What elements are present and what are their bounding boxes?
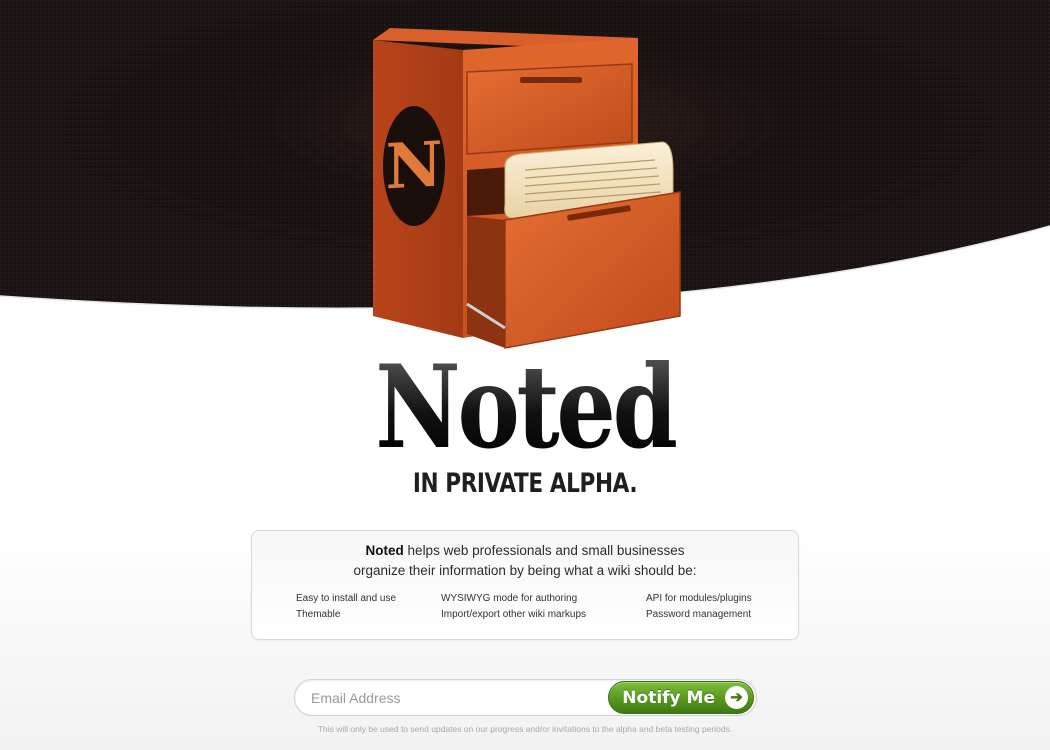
intro-line-2: organize their information by being what… bbox=[353, 563, 697, 578]
intro-line-1: helps web professionals and small busine… bbox=[407, 543, 685, 558]
brand-title: Noted bbox=[95, 350, 956, 464]
file-cabinet-logo: N bbox=[373, 28, 681, 349]
email-input[interactable] bbox=[309, 687, 603, 709]
disclaimer-text: This will only be used to send updates o… bbox=[317, 724, 733, 734]
info-box: Noted helps web professionals and small … bbox=[251, 530, 799, 640]
feature-item: API for modules/plugins bbox=[646, 593, 752, 604]
brand-tagline: IN PRIVATE ALPHA. bbox=[412, 468, 638, 499]
feature-item: Themable bbox=[296, 609, 341, 620]
feature-item: Import/export other wiki markups bbox=[441, 609, 587, 620]
logo-letter: N bbox=[386, 127, 443, 203]
feature-item: Easy to install and use bbox=[296, 593, 397, 604]
signup-form: Notify Me ➔ bbox=[294, 679, 757, 716]
feature-item: Password management bbox=[646, 609, 752, 620]
intro-brand-name: Noted bbox=[365, 543, 404, 558]
notify-me-button[interactable]: Notify Me ➔ bbox=[608, 681, 754, 714]
feature-item: WYSIWYG mode for authoring bbox=[441, 593, 578, 604]
notify-me-label: Notify Me bbox=[622, 687, 715, 708]
feature-list: Easy to install and use WYSIWYG mode for… bbox=[296, 592, 766, 621]
intro-text: Noted helps web professionals and small … bbox=[252, 541, 798, 581]
arrow-right-icon: ➔ bbox=[725, 686, 748, 709]
